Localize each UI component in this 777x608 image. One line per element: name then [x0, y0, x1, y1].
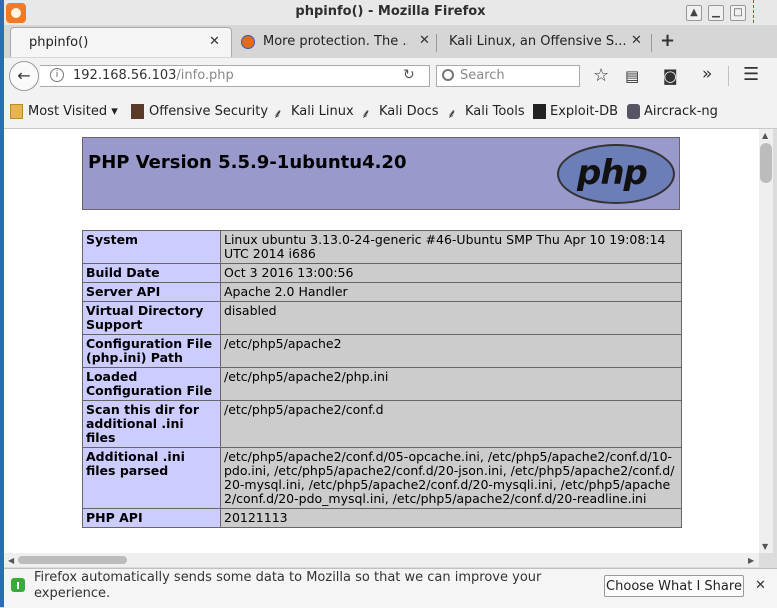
vertical-scrollbar-thumb[interactable]	[760, 143, 772, 183]
php-info-value: /etc/php5/apache2	[220, 334, 682, 368]
horizontal-scrollbar-thumb[interactable]	[18, 556, 127, 564]
php-header: PHP Version 5.5.9-1ubuntu4.20 php	[82, 137, 680, 210]
choose-what-i-share-button[interactable]: Choose What I Share	[604, 575, 744, 597]
scroll-up-arrow-icon[interactable]: ▲	[762, 131, 768, 140]
window-shade-icon[interactable]: ▲	[686, 5, 702, 21]
php-info-key: Configuration File (php.ini) Path	[82, 334, 221, 368]
php-info-key: PHP API	[82, 508, 221, 528]
tab-label: More protection. The ...	[263, 34, 408, 49]
php-info-value: Oct 3 2016 13:00:56	[220, 263, 682, 283]
exploit-db-icon	[533, 104, 546, 119]
url-host: 192.168.56.103	[73, 68, 177, 83]
tab-label: phpinfo()	[29, 35, 89, 50]
overflow-chevron-icon[interactable]: »	[702, 64, 712, 84]
page-content[interactable]: PHP Version 5.5.9-1ubuntu4.20 php System…	[4, 129, 759, 553]
tab-close-icon[interactable]: ✕	[631, 33, 642, 48]
php-info-row: Loaded Configuration File/etc/php5/apach…	[82, 367, 682, 401]
search-placeholder: Search	[460, 68, 505, 83]
php-info-row: PHP API 20121113	[82, 508, 682, 528]
php-info-row: Scan this dir for additional .ini files /…	[82, 400, 682, 448]
php-info-value: disabled	[220, 301, 682, 335]
search-input[interactable]	[436, 65, 580, 87]
vertical-scrollbar[interactable]	[759, 129, 773, 553]
tab-phpinfo[interactable]: phpinfo() ✕	[10, 27, 232, 57]
php-info-value: Apache 2.0 Handler	[220, 282, 682, 302]
tab-label: Kali Linux, an Offensive S...	[449, 34, 627, 49]
scroll-down-arrow-icon[interactable]: ▼	[762, 542, 768, 551]
tab-close-icon[interactable]: ✕	[209, 34, 220, 49]
window-title: phpinfo() - Mozilla Firefox	[295, 4, 486, 19]
arrow-left-icon: ←	[17, 66, 31, 85]
bookmark-kali-linux[interactable]: Kali Linux	[291, 104, 354, 119]
folder-icon	[10, 104, 23, 119]
php-info-key: Build Date	[82, 263, 221, 283]
site-info-icon[interactable]: i	[50, 68, 64, 82]
tab-kali-linux[interactable]: Kali Linux, an Offensive S... ✕	[437, 27, 650, 57]
php-info-row: Additional .ini files parsed/etc/php5/ap…	[82, 447, 682, 509]
firefox-favicon-icon	[241, 35, 255, 49]
bookmark-aircrack-ng[interactable]: Aircrack-ng	[644, 104, 718, 119]
toolbar-separator	[728, 66, 729, 86]
bookmark-kali-docs[interactable]: Kali Docs	[379, 104, 439, 119]
scroll-left-arrow-icon[interactable]: ◀	[8, 556, 14, 565]
php-info-key: Additional .ini files parsed	[82, 447, 221, 509]
scroll-right-arrow-icon[interactable]: ▶	[748, 556, 754, 565]
search-icon	[442, 69, 454, 81]
tab-close-icon[interactable]: ✕	[419, 33, 430, 48]
notification-text: Firefox automatically sends some data to…	[34, 570, 542, 601]
kali-dragon-icon: ⸙	[273, 107, 283, 122]
back-button[interactable]: ←	[9, 61, 39, 91]
php-logo-text: php	[577, 153, 648, 193]
php-info-value: /etc/php5/apache2/conf.d/05-opcache.ini,…	[220, 447, 682, 509]
info-icon	[11, 578, 25, 592]
php-info-row: Server API Apache 2.0 Handler	[82, 282, 682, 302]
php-info-key: Loaded Configuration File	[82, 367, 221, 401]
php-info-value: Linux ubuntu 3.13.0-24-generic #46-Ubunt…	[220, 230, 682, 264]
maximize-icon[interactable]: □	[730, 5, 746, 21]
new-tab-button[interactable]: +	[660, 30, 675, 51]
minimize-icon[interactable]: ▁	[708, 5, 724, 21]
reading-list-icon[interactable]: ▤	[625, 67, 639, 85]
url-text[interactable]: 192.168.56.103/info.php	[73, 68, 234, 83]
offensive-security-icon	[131, 104, 144, 119]
window-titlebar[interactable]: phpinfo() - Mozilla Firefox	[4, 0, 777, 25]
aircrack-icon	[627, 104, 640, 119]
php-info-value: /etc/php5/apache2/conf.d	[220, 400, 682, 448]
kali-dragon-icon: ⸙	[361, 107, 371, 122]
kali-dragon-icon: ⸙	[447, 107, 457, 122]
php-info-key: System	[82, 230, 221, 264]
php-info-row: Build Date Oct 3 2016 13:00:56	[82, 263, 682, 283]
php-info-key: Server API	[82, 282, 221, 302]
php-version-title: PHP Version 5.5.9-1ubuntu4.20	[88, 152, 407, 173]
firefox-icon[interactable]	[6, 3, 26, 23]
php-info-key: Scan this dir for additional .ini files	[82, 400, 221, 448]
url-path: /info.php	[176, 68, 234, 83]
hamburger-menu-icon[interactable]: ☰	[743, 64, 759, 85]
php-info-row: Virtual Directory Support disabled	[82, 301, 682, 335]
php-logo[interactable]: php	[557, 144, 675, 204]
php-info-row: System Linux ubuntu 3.13.0-24-generic #46…	[82, 230, 682, 264]
php-info-value: /etc/php5/apache2/php.ini	[220, 367, 682, 401]
php-info-key: Virtual Directory Support	[82, 301, 221, 335]
bookmark-kali-tools[interactable]: Kali Tools	[465, 104, 525, 119]
pocket-icon[interactable]: ◙	[663, 67, 678, 85]
bookmark-offensive-security[interactable]: Offensive Security	[149, 104, 268, 119]
bookmark-most-visited[interactable]: Most Visited ▾	[28, 104, 118, 119]
tab-separator	[651, 34, 652, 52]
php-info-table: System Linux ubuntu 3.13.0-24-generic #46…	[82, 230, 682, 528]
reload-icon[interactable]: ↻	[403, 67, 415, 83]
php-info-row: Configuration File (php.ini) Path/etc/ph…	[82, 334, 682, 368]
tab-more-protection[interactable]: More protection. The ... ✕	[233, 27, 436, 57]
close-icon[interactable]: ✕	[755, 578, 766, 593]
bookmark-exploit-db[interactable]: Exploit-DB	[550, 104, 618, 119]
bookmark-star-icon[interactable]: ☆	[593, 65, 609, 86]
php-info-value: 20121113	[220, 508, 682, 528]
